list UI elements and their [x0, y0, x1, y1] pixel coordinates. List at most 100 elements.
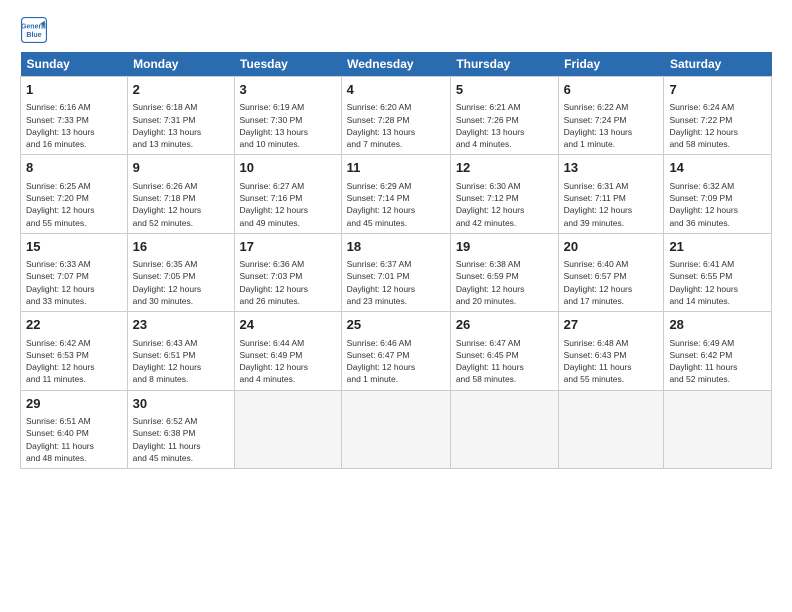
day-info: Sunrise: 6:24 AM Sunset: 7:22 PM Dayligh… [669, 101, 766, 150]
header: General Blue [20, 16, 772, 44]
day-info: Sunrise: 6:44 AM Sunset: 6:49 PM Dayligh… [240, 337, 336, 386]
day-info: Sunrise: 6:36 AM Sunset: 7:03 PM Dayligh… [240, 258, 336, 307]
calendar-day-cell: 15 Sunrise: 6:33 AM Sunset: 7:07 PM Dayli… [21, 233, 128, 311]
day-number: 20 [564, 238, 659, 256]
calendar-table: SundayMondayTuesdayWednesdayThursdayFrid… [20, 52, 772, 469]
day-number: 15 [26, 238, 122, 256]
logo: General Blue [20, 16, 48, 44]
day-info: Sunrise: 6:19 AM Sunset: 7:30 PM Dayligh… [240, 101, 336, 150]
day-number: 30 [133, 395, 229, 413]
calendar-day-cell: 28 Sunrise: 6:49 AM Sunset: 6:42 PM Dayli… [664, 312, 772, 390]
day-info: Sunrise: 6:33 AM Sunset: 7:07 PM Dayligh… [26, 258, 122, 307]
day-info: Sunrise: 6:47 AM Sunset: 6:45 PM Dayligh… [456, 337, 553, 386]
day-info: Sunrise: 6:22 AM Sunset: 7:24 PM Dayligh… [564, 101, 659, 150]
day-number: 11 [347, 159, 445, 177]
calendar-day-cell: 21 Sunrise: 6:41 AM Sunset: 6:55 PM Dayli… [664, 233, 772, 311]
day-info: Sunrise: 6:32 AM Sunset: 7:09 PM Dayligh… [669, 180, 766, 229]
calendar-day-cell: 10 Sunrise: 6:27 AM Sunset: 7:16 PM Dayli… [234, 155, 341, 233]
calendar-header: SundayMondayTuesdayWednesdayThursdayFrid… [21, 52, 772, 77]
calendar-day-cell: 12Sunrise: 6:30 AM Sunset: 7:12 PM Dayli… [450, 155, 558, 233]
page-container: General Blue SundayMondayTuesdayWednesda… [0, 0, 792, 479]
calendar-day-cell: 1 Sunrise: 6:16 AM Sunset: 7:33 PM Daylig… [21, 77, 128, 155]
day-number: 3 [240, 81, 336, 99]
day-info: Sunrise: 6:42 AM Sunset: 6:53 PM Dayligh… [26, 337, 122, 386]
calendar-week-row: 15 Sunrise: 6:33 AM Sunset: 7:07 PM Dayli… [21, 233, 772, 311]
calendar-day-cell: 19Sunrise: 6:38 AM Sunset: 6:59 PM Dayli… [450, 233, 558, 311]
calendar-day-cell [450, 390, 558, 468]
day-number: 24 [240, 316, 336, 334]
calendar-day-cell: 24 Sunrise: 6:44 AM Sunset: 6:49 PM Dayli… [234, 312, 341, 390]
day-info: Sunrise: 6:46 AM Sunset: 6:47 PM Dayligh… [347, 337, 445, 386]
weekday-header: Saturday [664, 52, 772, 77]
day-number: 25 [347, 316, 445, 334]
calendar-day-cell: 6 Sunrise: 6:22 AM Sunset: 7:24 PM Daylig… [558, 77, 664, 155]
day-info: Sunrise: 6:31 AM Sunset: 7:11 PM Dayligh… [564, 180, 659, 229]
day-info: Sunrise: 6:49 AM Sunset: 6:42 PM Dayligh… [669, 337, 766, 386]
day-info: Sunrise: 6:52 AM Sunset: 6:38 PM Dayligh… [133, 415, 229, 464]
weekday-header: Tuesday [234, 52, 341, 77]
day-info: Sunrise: 6:41 AM Sunset: 6:55 PM Dayligh… [669, 258, 766, 307]
calendar-day-cell: 18 Sunrise: 6:37 AM Sunset: 7:01 PM Dayli… [341, 233, 450, 311]
day-info: Sunrise: 6:37 AM Sunset: 7:01 PM Dayligh… [347, 258, 445, 307]
calendar-week-row: 8 Sunrise: 6:25 AM Sunset: 7:20 PM Daylig… [21, 155, 772, 233]
day-number: 27 [564, 316, 659, 334]
calendar-day-cell: 14 Sunrise: 6:32 AM Sunset: 7:09 PM Dayli… [664, 155, 772, 233]
calendar-day-cell [234, 390, 341, 468]
calendar-day-cell: 3 Sunrise: 6:19 AM Sunset: 7:30 PM Daylig… [234, 77, 341, 155]
calendar-day-cell: 9Sunrise: 6:26 AM Sunset: 7:18 PM Daylig… [127, 155, 234, 233]
day-number: 21 [669, 238, 766, 256]
calendar-day-cell: 22 Sunrise: 6:42 AM Sunset: 6:53 PM Dayli… [21, 312, 128, 390]
day-number: 1 [26, 81, 122, 99]
calendar-day-cell: 7 Sunrise: 6:24 AM Sunset: 7:22 PM Daylig… [664, 77, 772, 155]
day-info: Sunrise: 6:16 AM Sunset: 7:33 PM Dayligh… [26, 101, 122, 150]
day-info: Sunrise: 6:43 AM Sunset: 6:51 PM Dayligh… [133, 337, 229, 386]
day-number: 7 [669, 81, 766, 99]
calendar-week-row: 29 Sunrise: 6:51 AM Sunset: 6:40 PM Dayli… [21, 390, 772, 468]
calendar-week-row: 22 Sunrise: 6:42 AM Sunset: 6:53 PM Dayli… [21, 312, 772, 390]
day-info: Sunrise: 6:25 AM Sunset: 7:20 PM Dayligh… [26, 180, 122, 229]
day-number: 5 [456, 81, 553, 99]
weekday-header: Wednesday [341, 52, 450, 77]
day-info: Sunrise: 6:30 AM Sunset: 7:12 PM Dayligh… [456, 180, 553, 229]
day-number: 18 [347, 238, 445, 256]
calendar-day-cell: 8 Sunrise: 6:25 AM Sunset: 7:20 PM Daylig… [21, 155, 128, 233]
day-number: 19 [456, 238, 553, 256]
day-number: 26 [456, 316, 553, 334]
weekday-header: Thursday [450, 52, 558, 77]
calendar-day-cell: 17 Sunrise: 6:36 AM Sunset: 7:03 PM Dayli… [234, 233, 341, 311]
calendar-day-cell: 4Sunrise: 6:20 AM Sunset: 7:28 PM Daylig… [341, 77, 450, 155]
calendar-day-cell: 11Sunrise: 6:29 AM Sunset: 7:14 PM Dayli… [341, 155, 450, 233]
day-number: 28 [669, 316, 766, 334]
calendar-body: 1 Sunrise: 6:16 AM Sunset: 7:33 PM Daylig… [21, 77, 772, 469]
calendar-day-cell [664, 390, 772, 468]
day-number: 22 [26, 316, 122, 334]
day-number: 2 [133, 81, 229, 99]
calendar-day-cell: 30 Sunrise: 6:52 AM Sunset: 6:38 PM Dayli… [127, 390, 234, 468]
calendar-day-cell: 20 Sunrise: 6:40 AM Sunset: 6:57 PM Dayli… [558, 233, 664, 311]
calendar-day-cell [341, 390, 450, 468]
calendar-day-cell: 26 Sunrise: 6:47 AM Sunset: 6:45 PM Dayli… [450, 312, 558, 390]
calendar-week-row: 1 Sunrise: 6:16 AM Sunset: 7:33 PM Daylig… [21, 77, 772, 155]
day-number: 13 [564, 159, 659, 177]
weekday-header: Friday [558, 52, 664, 77]
day-info: Sunrise: 6:40 AM Sunset: 6:57 PM Dayligh… [564, 258, 659, 307]
day-number: 14 [669, 159, 766, 177]
day-info: Sunrise: 6:21 AM Sunset: 7:26 PM Dayligh… [456, 101, 553, 150]
calendar-day-cell: 5 Sunrise: 6:21 AM Sunset: 7:26 PM Daylig… [450, 77, 558, 155]
day-number: 8 [26, 159, 122, 177]
day-info: Sunrise: 6:35 AM Sunset: 7:05 PM Dayligh… [133, 258, 229, 307]
day-number: 29 [26, 395, 122, 413]
calendar-day-cell: 29 Sunrise: 6:51 AM Sunset: 6:40 PM Dayli… [21, 390, 128, 468]
calendar-day-cell: 23 Sunrise: 6:43 AM Sunset: 6:51 PM Dayli… [127, 312, 234, 390]
day-info: Sunrise: 6:48 AM Sunset: 6:43 PM Dayligh… [564, 337, 659, 386]
day-number: 17 [240, 238, 336, 256]
svg-text:Blue: Blue [26, 32, 41, 39]
day-number: 4 [347, 81, 445, 99]
day-info: Sunrise: 6:26 AM Sunset: 7:18 PM Dayligh… [133, 180, 229, 229]
day-number: 6 [564, 81, 659, 99]
day-info: Sunrise: 6:27 AM Sunset: 7:16 PM Dayligh… [240, 180, 336, 229]
weekday-header: Sunday [21, 52, 128, 77]
day-number: 10 [240, 159, 336, 177]
day-number: 23 [133, 316, 229, 334]
day-info: Sunrise: 6:51 AM Sunset: 6:40 PM Dayligh… [26, 415, 122, 464]
